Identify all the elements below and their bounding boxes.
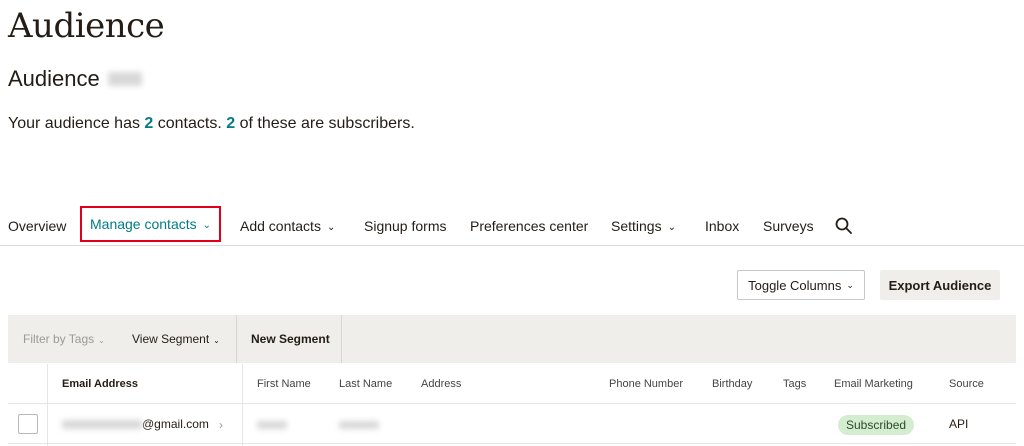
subscribers-count[interactable]: 2 bbox=[226, 115, 235, 132]
redacted-last-name bbox=[339, 420, 379, 429]
tab-overview[interactable]: Overview bbox=[8, 206, 66, 246]
tab-add-contacts[interactable]: Add contacts ⌄ bbox=[240, 206, 335, 246]
tab-settings[interactable]: Settings ⌄ bbox=[611, 206, 676, 246]
contacts-count[interactable]: 2 bbox=[144, 115, 153, 132]
new-segment-button[interactable]: New Segment bbox=[236, 315, 342, 363]
audience-nav-tabs: Overview Manage contacts ⌄ Add contacts ⌄ … bbox=[0, 206, 1024, 246]
status-badge: Subscribed bbox=[838, 415, 915, 435]
source-cell: API bbox=[949, 417, 969, 431]
tab-preferences-center[interactable]: Preferences center bbox=[470, 206, 588, 246]
export-audience-button[interactable]: Export Audience bbox=[880, 270, 1000, 300]
column-first-name[interactable]: First Name bbox=[257, 364, 311, 404]
filter-by-tags-dropdown[interactable]: Filter by Tags ⌄ bbox=[23, 315, 105, 363]
redacted-email-local-part bbox=[62, 420, 142, 430]
chevron-down-icon: ⌄ bbox=[202, 220, 212, 231]
last-name-cell bbox=[339, 404, 379, 444]
column-source[interactable]: Source bbox=[949, 364, 984, 404]
chevron-right-icon[interactable]: › bbox=[219, 404, 223, 444]
column-birthday[interactable]: Birthday bbox=[712, 364, 752, 404]
audience-name-label: Audience bbox=[8, 66, 100, 91]
chevron-down-icon: ⌄ bbox=[667, 222, 676, 233]
page-title: Audience bbox=[8, 6, 165, 46]
chevron-down-icon: ⌄ bbox=[213, 336, 220, 345]
tab-surveys[interactable]: Surveys bbox=[763, 206, 814, 246]
column-last-name[interactable]: Last Name bbox=[339, 364, 392, 404]
tab-signup-forms[interactable]: Signup forms bbox=[364, 206, 446, 246]
email-cell[interactable]: @gmail.com bbox=[62, 404, 209, 444]
chevron-down-icon: ⌄ bbox=[98, 336, 105, 345]
row-checkbox[interactable] bbox=[18, 414, 38, 434]
filter-bar: Filter by Tags ⌄ View Segment ⌄ New Segmen… bbox=[8, 315, 1016, 363]
column-address[interactable]: Address bbox=[421, 364, 461, 404]
redacted-audience-suffix bbox=[107, 72, 142, 86]
tab-inbox[interactable]: Inbox bbox=[705, 206, 739, 246]
column-tags[interactable]: Tags bbox=[783, 364, 806, 404]
chevron-down-icon: ⌄ bbox=[846, 279, 854, 290]
audience-summary: Your audience has 2 contacts. 2 of these… bbox=[8, 115, 415, 132]
search-icon[interactable] bbox=[834, 216, 854, 236]
column-email-address[interactable]: Email Address bbox=[62, 364, 138, 404]
redacted-first-name bbox=[257, 420, 287, 429]
toggle-columns-button[interactable]: Toggle Columns ⌄ bbox=[737, 270, 865, 300]
column-phone-number[interactable]: Phone Number bbox=[609, 364, 683, 404]
view-segment-dropdown[interactable]: View Segment ⌄ bbox=[132, 315, 220, 363]
column-email-marketing[interactable]: Email Marketing bbox=[834, 364, 913, 404]
audience-name: Audience bbox=[8, 66, 142, 92]
table-row[interactable]: @gmail.com › Subscribed API bbox=[8, 404, 1016, 444]
first-name-cell bbox=[257, 404, 287, 444]
contacts-table: Email Address First Name Last Name Addre… bbox=[8, 364, 1016, 446]
table-header: Email Address First Name Last Name Addre… bbox=[8, 364, 1016, 404]
tab-manage-contacts[interactable]: Manage contacts ⌄ bbox=[80, 206, 222, 242]
chevron-down-icon: ⌄ bbox=[326, 222, 336, 233]
